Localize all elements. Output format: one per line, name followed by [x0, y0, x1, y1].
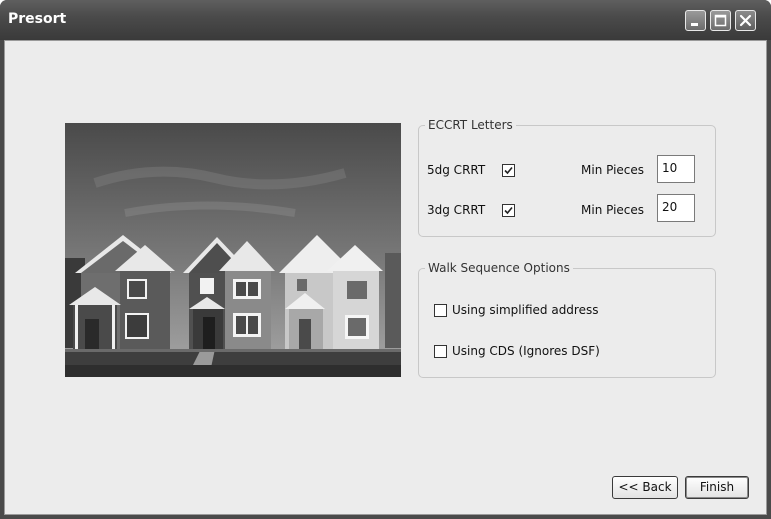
5dg-crrt-label: 5dg CRRT	[427, 163, 486, 177]
checkmark-icon	[504, 166, 513, 175]
cds-checkbox[interactable]	[434, 345, 447, 358]
close-icon	[739, 14, 752, 27]
finish-button[interactable]: Finish	[685, 476, 749, 499]
maximize-button[interactable]	[710, 10, 731, 31]
maximize-icon	[714, 14, 727, 27]
simplified-address-label: Using simplified address	[452, 303, 599, 317]
window-title: Presort	[8, 11, 67, 27]
minimize-button[interactable]	[685, 10, 706, 31]
presort-window: Presort ECCRT Letters 5dg CRRT Min Piece…	[0, 0, 771, 519]
walk-sequence-group: Walk Sequence Options	[418, 261, 716, 378]
title-bar[interactable]: Presort	[0, 0, 771, 40]
houses-photo	[65, 123, 401, 377]
5dg-crrt-checkbox[interactable]	[502, 164, 515, 177]
client-area: ECCRT Letters 5dg CRRT Min Pieces 10 3dg…	[4, 40, 767, 515]
close-button[interactable]	[735, 10, 756, 31]
5dg-min-pieces-input[interactable]: 10	[657, 155, 695, 183]
walk-sequence-legend: Walk Sequence Options	[425, 261, 573, 275]
3dg-crrt-checkbox[interactable]	[502, 204, 515, 217]
min-pieces-label-2: Min Pieces	[581, 203, 645, 217]
cds-label: Using CDS (Ignores DSF)	[452, 344, 600, 358]
eccrt-letters-legend: ECCRT Letters	[425, 118, 516, 132]
checkmark-icon	[504, 206, 513, 215]
simplified-address-checkbox[interactable]	[434, 304, 447, 317]
min-pieces-label-1: Min Pieces	[581, 163, 645, 177]
3dg-crrt-label: 3dg CRRT	[427, 203, 486, 217]
minimize-icon	[691, 23, 698, 26]
3dg-min-pieces-input[interactable]: 20	[657, 194, 695, 222]
back-button[interactable]: << Back	[612, 476, 678, 499]
